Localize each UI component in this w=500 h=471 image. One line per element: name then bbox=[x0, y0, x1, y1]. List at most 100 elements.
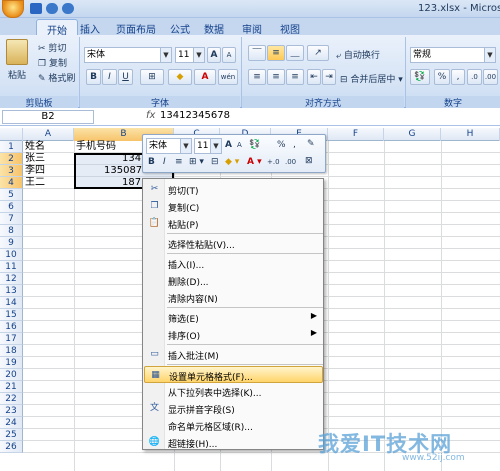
column-header-a[interactable]: A bbox=[23, 128, 74, 141]
mini-italic-button[interactable]: I bbox=[163, 157, 166, 167]
menu-item-6[interactable]: 清除内容(N) bbox=[144, 289, 323, 306]
align-middle-button[interactable]: ≡ bbox=[267, 45, 285, 61]
accounting-button[interactable]: 💱 bbox=[410, 69, 430, 85]
align-left-button[interactable]: ≡ bbox=[248, 69, 266, 85]
comma-button[interactable]: , bbox=[451, 69, 465, 85]
menu-item-3[interactable]: 选择性粘贴(V)... bbox=[144, 235, 323, 252]
tab-view[interactable]: 视图 bbox=[270, 19, 310, 36]
name-box[interactable]: B2 bbox=[2, 110, 94, 124]
cell-a3[interactable]: 李四 bbox=[25, 165, 45, 177]
chevron-down-icon[interactable]: ▼ bbox=[210, 139, 221, 153]
chevron-down-icon[interactable]: ▼ bbox=[180, 139, 191, 153]
cell-b2[interactable]: 134 bbox=[122, 153, 141, 165]
increase-decimal-button[interactable]: .0 bbox=[467, 69, 482, 85]
align-bottom-button[interactable]: ⎽ bbox=[286, 45, 304, 61]
formula-input[interactable]: 13412345678 bbox=[160, 110, 230, 121]
chevron-down-icon[interactable]: ▼ bbox=[484, 48, 495, 62]
row-header-22[interactable]: 22 bbox=[0, 393, 23, 405]
tab-data[interactable]: 数据 bbox=[194, 19, 234, 36]
font-name-combo[interactable]: 宋体 ▼ bbox=[84, 47, 172, 63]
menu-item-7[interactable]: 筛选(E) ▶ bbox=[144, 309, 323, 326]
row-header-15[interactable]: 15 bbox=[0, 309, 23, 321]
mini-percent-button[interactable]: % bbox=[277, 140, 286, 150]
cell-a4[interactable]: 王二 bbox=[25, 177, 45, 189]
row-header-6[interactable]: 6 bbox=[0, 201, 23, 213]
row-header-24[interactable]: 24 bbox=[0, 417, 23, 429]
mini-borders-button[interactable]: ⊞ ▾ bbox=[189, 157, 204, 167]
number-format-combo[interactable]: 常规 ▼ bbox=[410, 47, 496, 63]
row-header-18[interactable]: 18 bbox=[0, 345, 23, 357]
row-header-19[interactable]: 19 bbox=[0, 357, 23, 369]
row-header-13[interactable]: 13 bbox=[0, 285, 23, 297]
menu-item-2[interactable]: 📋 粘贴(P) bbox=[144, 215, 323, 232]
merge-center-button[interactable]: ⊟ 合并后居中 ▾ bbox=[340, 72, 403, 85]
menu-item-12[interactable]: 文显示拼音字段(S) bbox=[144, 400, 323, 417]
row-header-14[interactable]: 14 bbox=[0, 297, 23, 309]
row-header-2[interactable]: 2 bbox=[0, 153, 23, 165]
phonetic-button[interactable]: wén bbox=[218, 69, 238, 85]
mini-format-painter-button[interactable]: ✎ bbox=[307, 139, 315, 149]
mini-merge-center-button[interactable]: ⊠ bbox=[305, 156, 313, 166]
row-header-17[interactable]: 17 bbox=[0, 333, 23, 345]
paste-button[interactable]: 粘贴 bbox=[8, 68, 26, 81]
increase-indent-button[interactable]: ⇥ bbox=[322, 69, 336, 85]
shrink-font-button[interactable]: A bbox=[222, 47, 236, 63]
select-all-corner[interactable] bbox=[0, 128, 23, 141]
paste-icon[interactable] bbox=[6, 39, 28, 65]
row-header-1[interactable]: 1 bbox=[0, 141, 23, 153]
menu-item-5[interactable]: 删除(D)... bbox=[144, 272, 323, 289]
cell-b4[interactable]: 187 bbox=[122, 177, 141, 189]
mini-increase-decimal-button[interactable]: +.0 bbox=[267, 158, 280, 166]
mini-merge-button[interactable]: ⊟ bbox=[211, 157, 219, 167]
italic-button[interactable]: I bbox=[102, 69, 117, 85]
chevron-down-icon[interactable]: ▼ bbox=[160, 48, 171, 62]
row-header-10[interactable]: 10 bbox=[0, 249, 23, 261]
align-center-button[interactable]: ≡ bbox=[267, 69, 285, 85]
cut-button[interactable]: ✂ 剪切 bbox=[38, 41, 66, 54]
menu-item-8[interactable]: 排序(O) ▶ bbox=[144, 326, 323, 343]
redo-icon[interactable] bbox=[62, 3, 74, 14]
wrap-text-button[interactable]: ⤶ 自动换行 bbox=[336, 48, 380, 61]
copy-button[interactable]: ❐ 复制 bbox=[38, 56, 67, 69]
decrease-indent-button[interactable]: ⇤ bbox=[307, 69, 321, 85]
row-header-11[interactable]: 11 bbox=[0, 261, 23, 273]
menu-item-4[interactable]: 插入(I)... bbox=[144, 255, 323, 272]
row-header-7[interactable]: 7 bbox=[0, 213, 23, 225]
mini-center-button[interactable]: ≡ bbox=[175, 157, 183, 167]
mini-bold-button[interactable]: B bbox=[148, 157, 155, 167]
font-color-button[interactable]: A bbox=[194, 69, 216, 85]
menu-item-0[interactable]: ✂ 剪切(T) bbox=[144, 181, 323, 198]
cell-a2[interactable]: 张三 bbox=[25, 153, 45, 165]
undo-icon[interactable] bbox=[46, 3, 58, 14]
tab-page-layout[interactable]: 页面布局 bbox=[106, 19, 166, 36]
grow-font-button[interactable]: A bbox=[207, 47, 221, 63]
menu-item-9[interactable]: ▭ 插入批注(M) bbox=[144, 346, 323, 363]
menu-item-14[interactable]: 🌐 超链接(H)... bbox=[144, 434, 323, 451]
insert-function-button[interactable]: fx bbox=[146, 110, 155, 121]
menu-item-13[interactable]: 命名单元格区域(R)... bbox=[144, 417, 323, 434]
align-right-button[interactable]: ≡ bbox=[286, 69, 304, 85]
column-header-h[interactable]: H bbox=[441, 128, 500, 141]
save-icon[interactable] bbox=[30, 3, 42, 14]
borders-button[interactable]: ⊞ bbox=[140, 69, 164, 85]
column-header-g[interactable]: G bbox=[384, 128, 441, 141]
office-button[interactable] bbox=[2, 0, 24, 18]
fill-color-button[interactable]: ◆ bbox=[168, 69, 192, 85]
underline-button[interactable]: U bbox=[118, 69, 133, 85]
mini-shrink-font-button[interactable]: A bbox=[237, 141, 242, 149]
format-painter-button[interactable]: ✎ 格式刷 bbox=[38, 71, 75, 84]
mini-decrease-decimal-button[interactable]: .00 bbox=[285, 158, 296, 166]
cell-a1[interactable]: 姓名 bbox=[25, 141, 45, 153]
orientation-button[interactable]: ↗ bbox=[307, 45, 329, 61]
row-header-5[interactable]: 5 bbox=[0, 189, 23, 201]
align-top-button[interactable]: ⎺ bbox=[248, 45, 266, 61]
menu-item-10[interactable]: ▦ 设置单元格格式(F)... bbox=[144, 366, 323, 383]
bold-button[interactable]: B bbox=[86, 69, 101, 85]
percent-button[interactable]: % bbox=[434, 69, 450, 85]
row-header-16[interactable]: 16 bbox=[0, 321, 23, 333]
decrease-decimal-button[interactable]: .00 bbox=[483, 69, 498, 85]
row-header-23[interactable]: 23 bbox=[0, 405, 23, 417]
row-header-21[interactable]: 21 bbox=[0, 381, 23, 393]
row-header-12[interactable]: 12 bbox=[0, 273, 23, 285]
row-header-20[interactable]: 20 bbox=[0, 369, 23, 381]
